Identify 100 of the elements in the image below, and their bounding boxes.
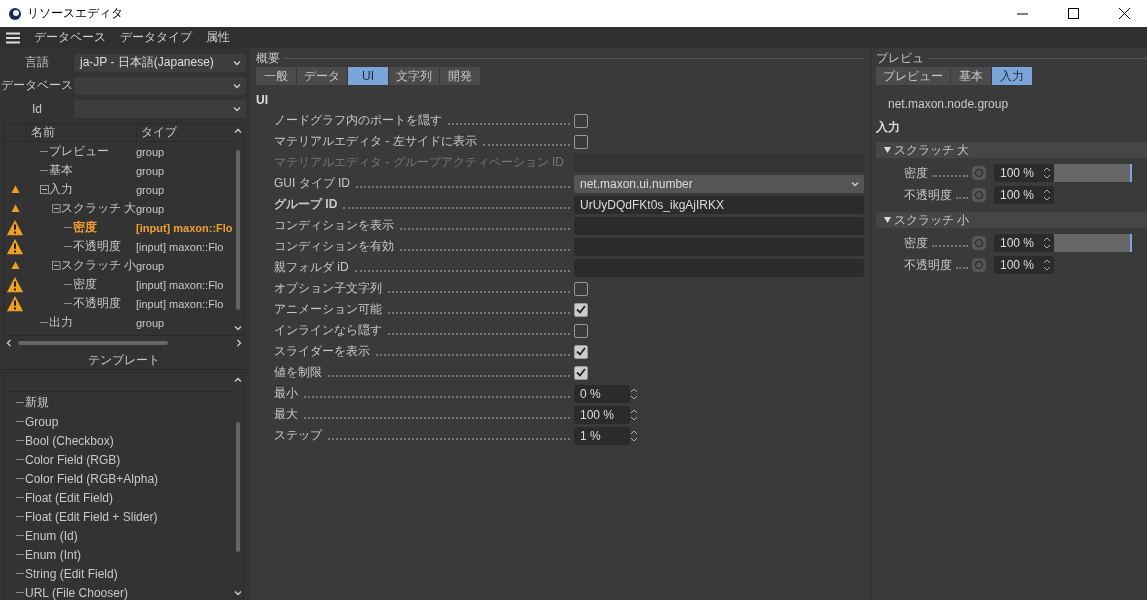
property-label: コンディションを表示 [274,217,394,234]
tab[interactable]: 入力 [992,67,1032,85]
maximize-icon [1067,8,1079,19]
caret-icon[interactable] [884,147,891,153]
window-title: リソースエディタ [27,5,124,22]
property-label: グループ ID [274,196,338,213]
chevron-right-icon[interactable] [234,338,244,348]
menu-item[interactable]: データベース [34,29,106,46]
warning-icon [6,237,24,256]
collapse-icon[interactable] [40,185,49,194]
number-field[interactable]: 1 % [574,426,630,445]
chevron-down-icon[interactable] [233,323,243,333]
collapse-icon[interactable] [52,261,61,270]
tree-row[interactable]: スクラッチ 大group [4,199,233,218]
spinner-arrows-icon[interactable] [1043,188,1051,202]
number-field[interactable]: 100 % [994,186,1054,204]
resource-id: net.maxon.node.group [888,97,1010,111]
checkbox[interactable] [574,302,588,317]
template-item[interactable]: String (Edit Field) [4,564,233,583]
chevron-up-icon[interactable] [233,126,243,136]
template-item[interactable]: Enum (Int) [4,545,233,564]
property-label: GUI タイプ ID [274,175,350,192]
tab[interactable]: 基本 [951,67,991,85]
number-field[interactable]: 100 % [994,164,1054,182]
checkbox[interactable] [574,113,588,128]
field-label: Id [31,101,43,116]
slider[interactable] [1054,164,1132,182]
tree-row[interactable]: 密度 [input] maxon::Flo [4,275,233,294]
number-field[interactable]: 100 % [994,256,1054,274]
tab[interactable]: データ [297,67,347,85]
property-label: コンディションを有効 [274,238,394,255]
template-item[interactable]: Float (Edit Field) [4,488,233,507]
spinner-arrows-icon[interactable] [1043,236,1051,250]
parameter-label: 不透明度 [904,256,952,274]
template-item[interactable]: 新規 [4,393,233,412]
spinner-arrows-icon[interactable] [1043,258,1051,272]
section-title: UI [256,93,269,107]
checkbox[interactable] [574,281,588,296]
tree-row[interactable]: 密度 [input] maxon::Flo [4,218,233,237]
section-title: 入力 [876,119,901,136]
section-title: テンプレート [0,350,248,370]
tree-row[interactable]: スクラッチ 小group [4,256,233,275]
property-label: マテリアルエディタ - 左サイドに表示 [274,133,477,150]
warning-icon [6,275,24,294]
dropdown[interactable]: ja-JP - 日本語(Japanese) [74,53,246,72]
template-item[interactable]: Color Field (RGB) [4,450,233,469]
property-label: 最小 [274,385,298,402]
property-label: アニメーション可能 [274,301,382,318]
chevron-left-icon[interactable] [4,338,14,348]
spinner-arrows-icon[interactable] [630,407,638,422]
spinner-arrows-icon[interactable] [630,386,638,401]
checkbox[interactable] [574,323,588,338]
template-item[interactable]: Bool (Checkbox) [4,431,233,450]
collapse-icon[interactable] [52,204,61,213]
tree-row[interactable]: 不透明度 [input] maxon::Flo [4,237,233,256]
dropdown[interactable]: net.maxon.ui.number [574,174,864,193]
checkbox[interactable] [574,134,588,149]
property-label: 値を制限 [274,364,322,381]
tree-row[interactable]: 入力 group [4,180,233,199]
parameter-label: 密度 [904,234,928,252]
spinner-arrows-icon[interactable] [630,428,638,443]
tab[interactable]: 一般 [256,67,296,85]
caret-icon[interactable] [884,217,891,223]
chevron-down-icon[interactable] [233,588,243,598]
number-field[interactable]: 100 % [994,234,1054,252]
tab[interactable]: 文字列 [389,67,439,85]
tree-row[interactable]: 基本 group [4,161,233,180]
tree-row[interactable]: プレビュー group [4,142,233,161]
template-item[interactable]: Enum (Id) [4,526,233,545]
number-field[interactable]: 100 % [574,405,630,424]
template-item[interactable]: Float (Edit Field + Slider) [4,507,233,526]
chevron-up-icon[interactable] [233,375,243,385]
group-header[interactable]: スクラッチ 小 [876,212,1147,228]
warning-icon [6,218,24,237]
panel-title: プレビュ [876,49,924,67]
template-item[interactable]: Color Field (RGB+Alpha) [4,469,233,488]
checkbox[interactable] [574,365,588,380]
tab[interactable]: UI [348,67,388,85]
number-field[interactable]: 0 % [574,384,630,403]
input-field[interactable]: UrUyDQdFKt0s_ikgAjIRKX [574,195,864,214]
menu-icon[interactable] [6,31,20,44]
group-header[interactable]: スクラッチ 大 [876,142,1147,158]
property-label: オプション子文字列 [274,280,382,297]
tree-row[interactable]: 出力 group [4,313,233,332]
checkbox[interactable] [574,344,588,359]
tree-row[interactable]: 不透明度 [input] maxon::Flo [4,294,233,313]
slider[interactable] [1054,234,1132,252]
menu-item[interactable]: 属性 [206,29,230,46]
menu-item[interactable]: データタイプ [120,29,192,46]
field-label: データベース [0,77,74,94]
tab[interactable]: 開発 [440,67,480,85]
property-label: スライダーを表示 [274,343,370,360]
template-item[interactable]: Group [4,412,233,431]
property-label: ステップ [274,427,322,444]
column-header: タイプ [136,124,233,141]
property-label: ノードグラフ内のポートを隠す [274,112,442,129]
spinner-arrows-icon[interactable] [1043,166,1051,180]
tab[interactable]: プレビュー [876,67,950,85]
property-label: 親フォルダ iD [274,259,349,276]
template-item[interactable]: URL (File Chooser) [4,583,233,600]
